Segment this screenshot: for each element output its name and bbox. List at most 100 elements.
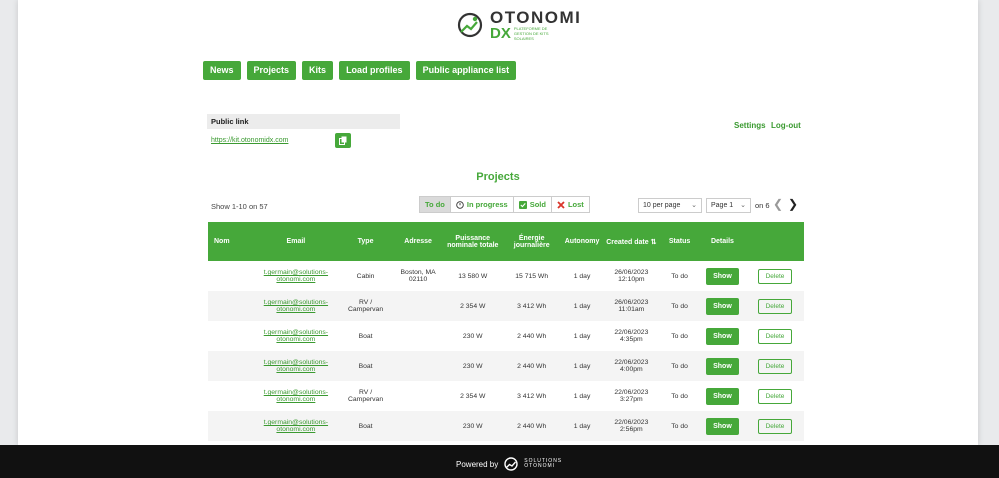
delete-button[interactable]: Delete (757, 388, 793, 404)
filter-sold-label: Sold (529, 200, 546, 209)
delete-button[interactable]: Delete (757, 328, 793, 344)
page-total: on 6 (755, 201, 770, 210)
show-button[interactable]: Show (706, 357, 739, 375)
copy-link-button[interactable] (335, 133, 351, 148)
col-created-date-label: Created date (606, 238, 649, 246)
table-header-row: Nom Email Type Adresse Puissance nominal… (208, 222, 804, 261)
cell-autonomy: 1 day (573, 272, 591, 280)
cell-details: Show (699, 381, 746, 411)
cell-nom (208, 411, 254, 441)
cell-status: To do (671, 272, 688, 280)
email-link[interactable]: t.germain@solutions-otonomi.com (264, 269, 328, 283)
chevron-down-icon: ⌄ (740, 202, 746, 209)
filter-in-progress[interactable]: In progress (451, 197, 514, 212)
page-select[interactable]: Page 1 ⌄ (706, 198, 751, 213)
delete-button[interactable]: Delete (757, 418, 793, 434)
cell-type: Boat (338, 411, 393, 441)
table-row: t.germain@solutions-otonomi.com Cabin Bost… (208, 261, 804, 291)
page-title: Projects (476, 171, 520, 183)
logo-word: OTONOMI (490, 8, 582, 27)
copy-icon (339, 136, 347, 145)
cell-autonomy: 1 day (573, 392, 591, 400)
cell-date: 26/06/2023 11:01am (602, 291, 661, 321)
col-puissance: Puissance nominale totale (443, 222, 502, 261)
delete-button[interactable]: Delete (757, 358, 793, 374)
cell-details: Show (698, 291, 747, 321)
cell-details: Show (698, 411, 747, 441)
nav-load-profiles-button[interactable]: Load profiles (339, 61, 410, 80)
cell-adresse (392, 351, 444, 381)
cell-energie: 2 440 Wh (501, 411, 562, 441)
cell-puissance: 2 354 W (443, 291, 502, 321)
table-row: t.germain@solutions-otonomi.com RV / Camp… (208, 381, 804, 411)
cell-delete: Delete (746, 351, 804, 381)
per-page-select[interactable]: 10 per page ⌄ (638, 198, 702, 213)
settings-link[interactable]: Settings (734, 121, 766, 130)
email-link[interactable]: t.germain@solutions-otonomi.com (264, 419, 328, 433)
nav-projects-button[interactable]: Projects (246, 61, 297, 80)
delete-button[interactable]: Delete (757, 298, 793, 314)
prev-page-icon[interactable]: ❮ (773, 197, 783, 211)
cell-puissance: 2 354 W (460, 392, 486, 400)
col-autonomy: Autonomy (561, 222, 603, 261)
cell-delete: Delete (746, 321, 804, 351)
show-button[interactable]: Show (706, 267, 739, 285)
cell-date: 22/06/2023 3:27pm (614, 389, 649, 403)
cell-type: Boat (338, 351, 393, 381)
cell-adresse: Boston, MA 02110 (400, 269, 436, 283)
cell-status: To do (660, 291, 699, 321)
footer-logo-line2: OTONOMI (524, 463, 556, 469)
cell-puissance: 230 W (443, 351, 502, 381)
solutions-otonomi-logo-icon (504, 457, 518, 471)
cell-date: 22/06/2023 4:00pm (602, 351, 661, 381)
cell-autonomy: 1 day (561, 291, 603, 321)
filter-sold[interactable]: Sold (514, 197, 552, 212)
cell-nom (208, 321, 253, 351)
email-link[interactable]: t.germain@solutions-otonomi.com (264, 359, 328, 373)
show-button[interactable]: Show (706, 417, 739, 435)
cell-type: RV / Campervan (347, 389, 384, 403)
cell-nom (208, 381, 253, 411)
col-nom: Nom (208, 222, 254, 261)
col-type: Type (338, 222, 393, 261)
cell-energie: 2 440 Wh (517, 332, 547, 340)
cell-email: t.germain@solutions-otonomi.com (253, 411, 339, 441)
cell-adresse (392, 291, 444, 321)
otonomi-logo: OTONOMI DX PLATEFORME DE GESTION DE KITS… (455, 9, 581, 41)
cell-email: t.germain@solutions-otonomi.com (253, 291, 339, 321)
nav-news-button[interactable]: News (203, 61, 241, 80)
cell-energie: 3 412 Wh (517, 392, 547, 400)
status-filter-group: To do In progress Sold Lost (419, 196, 590, 213)
col-created-date[interactable]: Created date ⇅ (602, 222, 661, 261)
cell-delete: Delete (746, 381, 804, 411)
public-link-url[interactable]: https://kit.otonomidx.com (211, 137, 288, 144)
next-page-icon[interactable]: ❯ (788, 197, 798, 211)
filter-todo[interactable]: To do (420, 197, 451, 212)
cell-autonomy: 1 day (561, 351, 603, 381)
nav-kits-button[interactable]: Kits (302, 61, 334, 80)
cell-details: Show (699, 321, 746, 351)
filter-lost[interactable]: Lost (552, 197, 589, 212)
email-link[interactable]: t.germain@solutions-otonomi.com (264, 329, 328, 343)
cell-autonomy: 1 day (561, 411, 603, 441)
filter-todo-label: To do (425, 200, 445, 209)
email-link[interactable]: t.germain@solutions-otonomi.com (264, 299, 328, 313)
email-link[interactable]: t.germain@solutions-otonomi.com (264, 389, 328, 403)
table-row: t.germain@solutions-otonomi.com Boat 230 W… (208, 321, 804, 351)
table-row: t.germain@solutions-otonomi.com Boat 230 W… (208, 411, 804, 441)
show-button[interactable]: Show (706, 297, 739, 315)
nav-public-appliance-list-button[interactable]: Public appliance list (415, 61, 517, 80)
table-row: t.germain@solutions-otonomi.com RV / Camp… (208, 291, 804, 321)
cell-email: t.germain@solutions-otonomi.com (253, 351, 339, 381)
logout-link[interactable]: Log-out (771, 121, 801, 130)
cell-energie: 15 715 Wh (515, 272, 549, 280)
cell-delete: Delete (746, 411, 804, 441)
cell-details: Show (698, 351, 747, 381)
show-button[interactable]: Show (706, 387, 739, 405)
show-count: Show 1-10 on 57 (211, 202, 268, 211)
filter-in-progress-label: In progress (466, 200, 508, 209)
check-box-icon (518, 200, 527, 209)
show-button[interactable]: Show (706, 327, 739, 345)
sun-logo-icon (457, 12, 483, 38)
delete-button[interactable]: Delete (757, 268, 793, 284)
